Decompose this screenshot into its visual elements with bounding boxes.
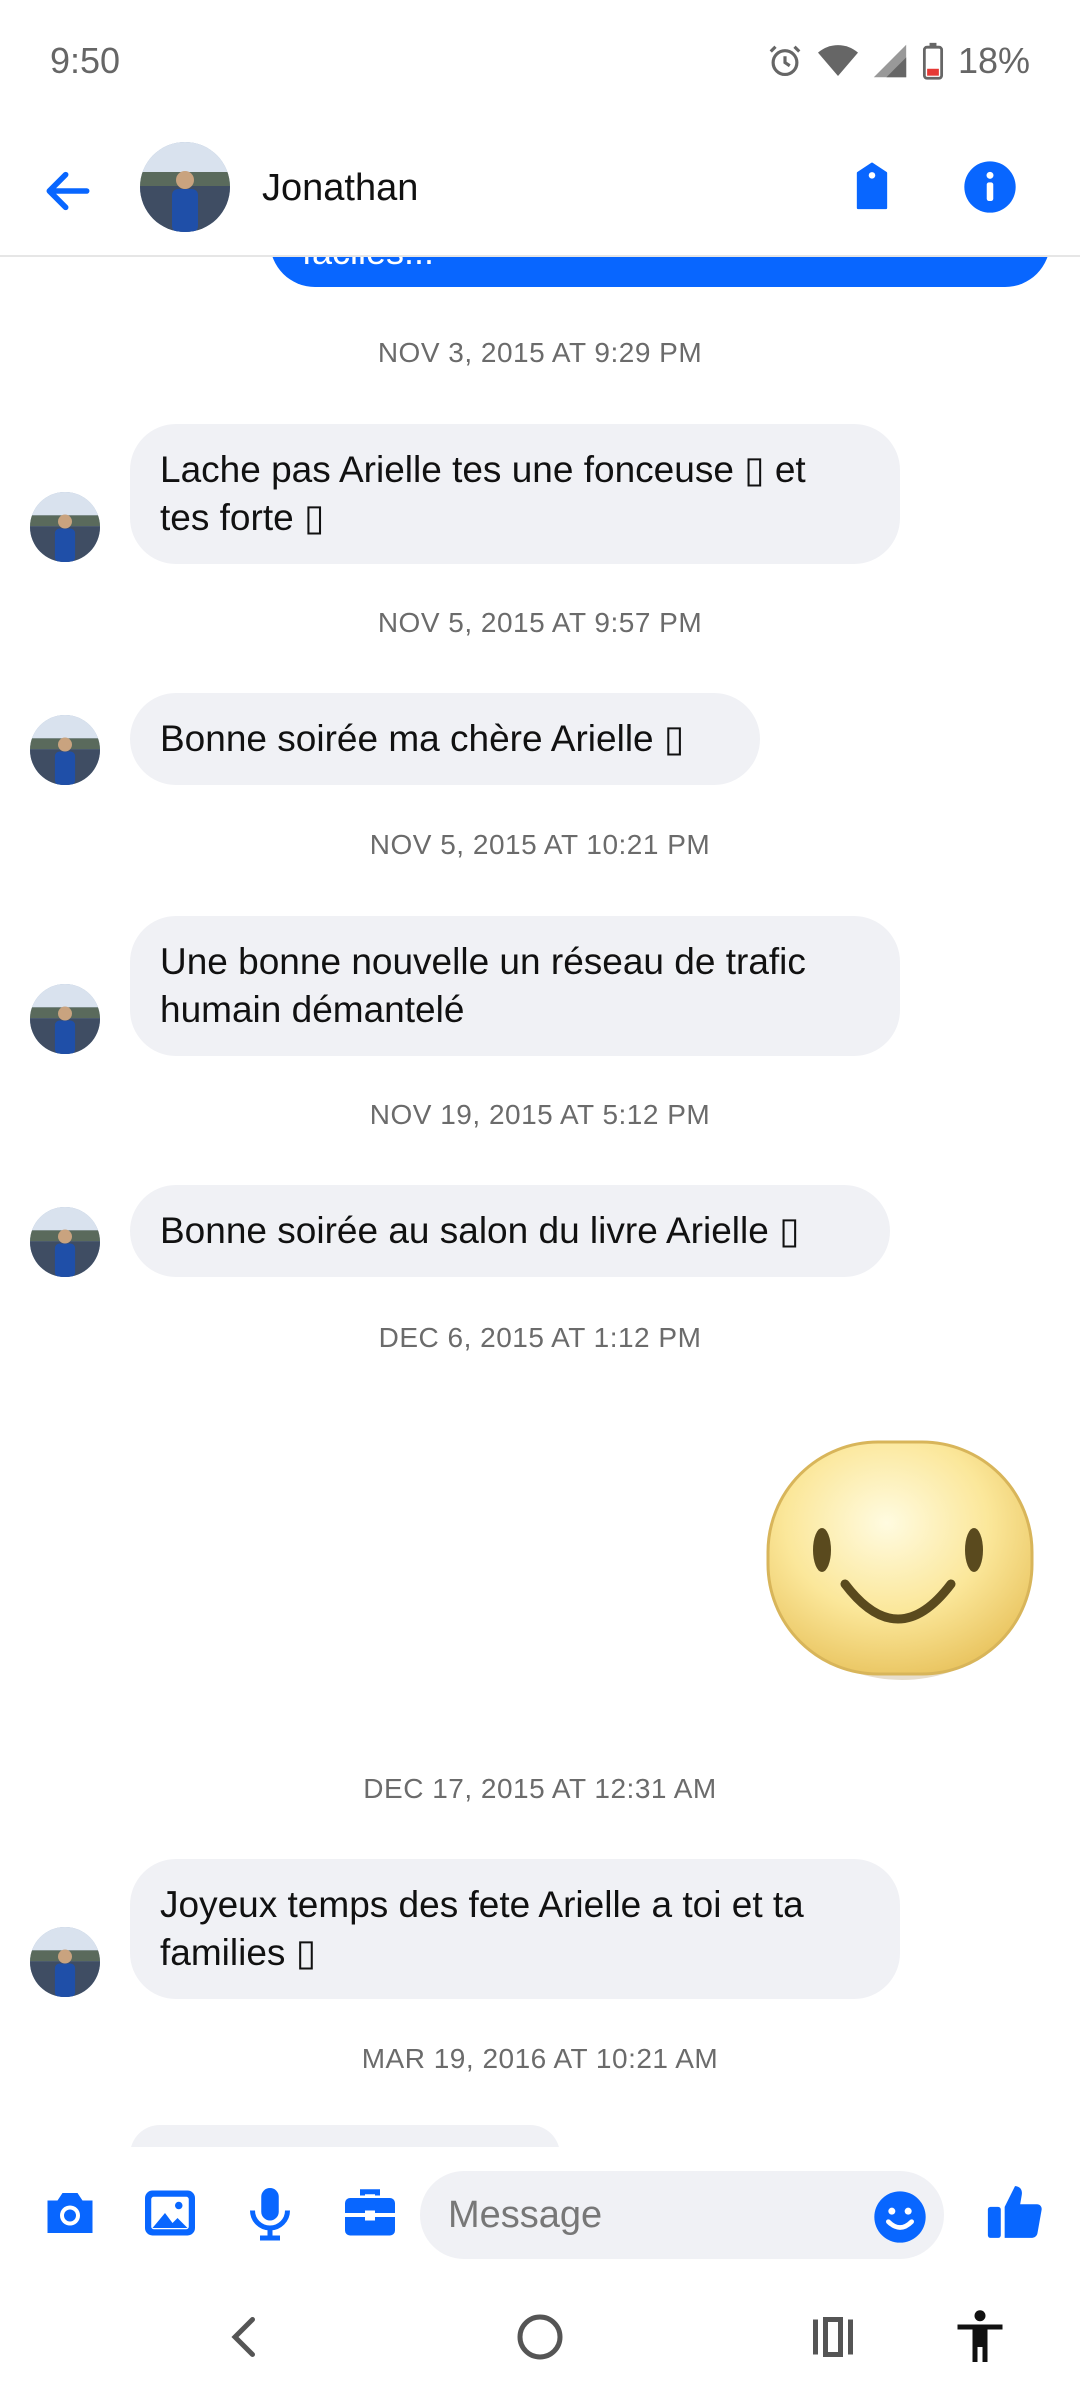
contact-name[interactable]: Jonathan [262,167,418,210]
received-message-bubble[interactable]: Bonne soirée ma chère Arielle ▯ [130,693,760,785]
signal-icon [872,43,908,79]
conversation-header: Jonathan [0,125,1080,257]
message-line: Bonne soirée au salon du livre Arielle ▯ [160,1210,800,1251]
message-timestamp: DEC 17, 2015 AT 12:31 AM [363,1773,717,1804]
message-line: Lache pas Arielle tes une fonceuse ▯ et [160,449,806,490]
emoji-icon[interactable] [872,2189,928,2245]
sender-avatar[interactable] [30,1927,100,1997]
info-icon[interactable] [962,159,1018,215]
received-message-bubble[interactable]: Joyeux temps des fete Arielle a toi et t… [130,1859,900,1999]
message-line: Bonne soirée ma chère Arielle ▯ [160,718,685,759]
status-icons: 18% [766,40,1030,82]
accessibility-icon[interactable] [950,2307,1010,2367]
contact-avatar[interactable] [140,142,230,232]
sender-avatar[interactable] [30,715,100,785]
message-timestamp: NOV 5, 2015 AT 9:57 PM [377,607,703,638]
sent-message-bubble[interactable]: faciles... [270,257,1050,287]
sender-avatar[interactable] [30,984,100,1054]
message-line: Une bonne nouvelle un réseau de trafic [160,941,806,982]
back-arrow-icon[interactable] [40,163,96,219]
system-nav-bar [0,2277,1080,2400]
smiley-sticker[interactable] [760,1432,1040,1692]
message-timestamp: NOV 19, 2015 AT 5:12 PM [369,1099,711,1130]
received-message-bubble[interactable]: Bonne soirée au salon du livre Arielle ▯ [130,1185,890,1277]
camera-icon[interactable] [40,2183,100,2243]
sender-avatar[interactable] [30,1207,100,1277]
battery-percent: 18% [957,40,1030,81]
received-message-bubble[interactable] [130,2125,560,2147]
message-timestamp: NOV 5, 2015 AT 10:21 PM [369,829,711,860]
message-line: humain démantelé [160,989,465,1030]
status-bar: 9:50 18% [0,0,1080,125]
message-timestamp: MAR 19, 2016 AT 10:21 AM [361,2043,719,2074]
status-time: 9:50 [50,40,121,81]
message-input[interactable] [420,2171,944,2259]
microphone-icon[interactable] [240,2183,300,2243]
message-line: tes forte ▯ [160,497,325,538]
message-line: families ▯ [160,1932,317,1973]
received-message-bubble[interactable]: Une bonne nouvelle un réseau de trafic h… [130,916,900,1056]
message-composer [0,2147,1080,2277]
alarm-icon [766,42,804,80]
message-list[interactable]: faciles... NOV 3, 2015 AT 9:29 PM Lache … [0,257,1080,2147]
thumbs-up-icon[interactable] [984,2181,1046,2243]
sender-avatar[interactable] [30,492,100,562]
message-timestamp: DEC 6, 2015 AT 1:12 PM [378,1322,702,1353]
back-nav-icon[interactable] [215,2307,275,2367]
briefcase-icon[interactable] [340,2183,400,2243]
gallery-icon[interactable] [140,2183,200,2243]
received-message-bubble[interactable]: Lache pas Arielle tes une fonceuse ▯ et … [130,424,900,564]
message-line: Joyeux temps des fete Arielle a toi et t… [160,1884,804,1925]
message-text: faciles... [302,257,434,273]
wifi-icon [817,43,858,79]
tag-icon[interactable] [844,159,900,215]
home-nav-icon[interactable] [510,2307,570,2367]
battery-icon [922,42,944,80]
message-timestamp: NOV 3, 2015 AT 9:29 PM [377,337,703,368]
recents-nav-icon[interactable] [803,2307,863,2367]
